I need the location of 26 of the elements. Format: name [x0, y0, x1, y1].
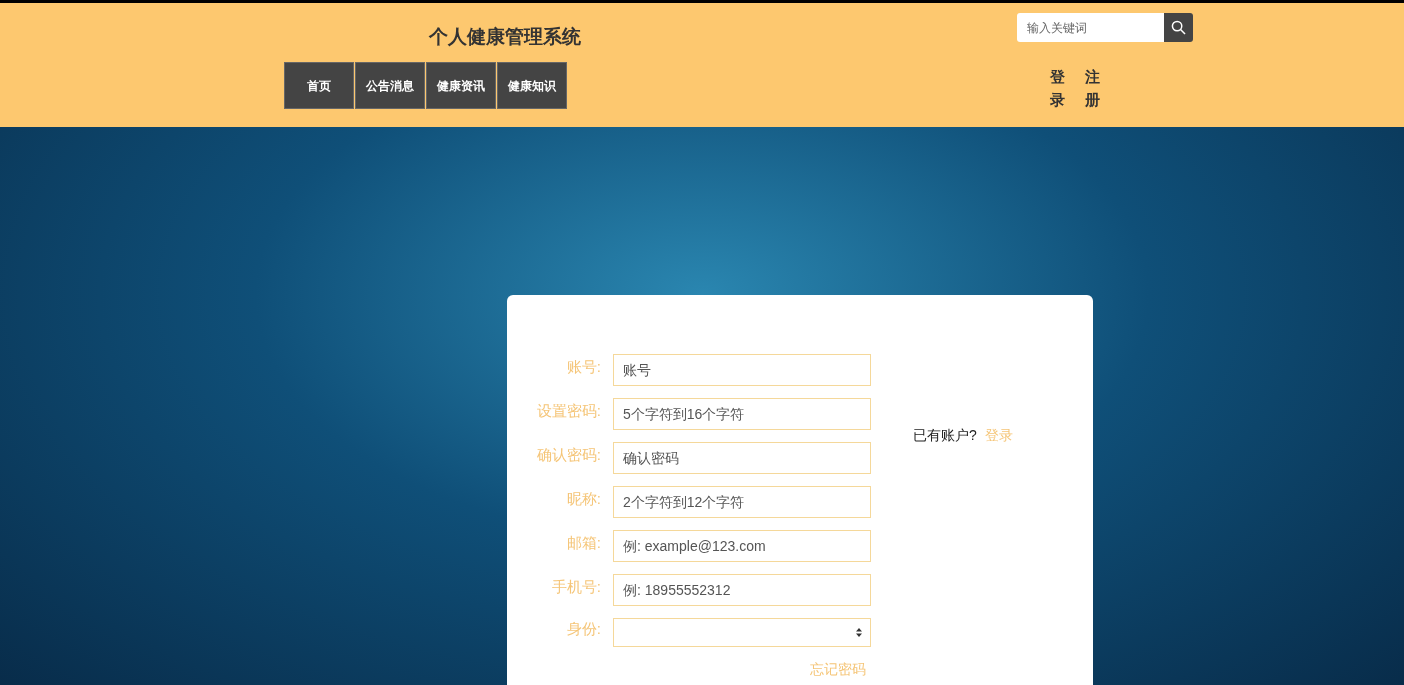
input-field[interactable]: 例: 18955552312	[613, 574, 871, 606]
nav-tab[interactable]: 健康知识	[497, 62, 567, 109]
field-label: 邮箱:	[565, 532, 602, 553]
input-field[interactable]: 账号	[613, 354, 871, 386]
auth-link[interactable]: 登录	[1050, 66, 1065, 111]
site-title: 个人健康管理系统	[429, 25, 581, 49]
field-label: 确认密码:	[535, 444, 602, 465]
input-field[interactable]: 5个字符到16个字符	[613, 398, 871, 430]
input-field[interactable]: 2个字符到12个字符	[613, 486, 871, 518]
select-field[interactable]	[613, 618, 871, 647]
field-label: 昵称:	[565, 488, 602, 509]
nav-tab[interactable]: 公告消息	[355, 62, 425, 109]
field-label: 手机号:	[550, 576, 602, 597]
have-account-text: 已有账户?	[913, 426, 977, 445]
field-label: 账号:	[565, 356, 602, 377]
field-label: 设置密码:	[535, 400, 602, 421]
input-field[interactable]: 确认密码	[613, 442, 871, 474]
auth-link[interactable]: 注册	[1085, 66, 1100, 111]
search-icon	[1171, 20, 1186, 35]
search-field[interactable]: 输入关键词	[1017, 13, 1165, 42]
input-field[interactable]: 例: example@123.com	[613, 530, 871, 562]
field-label: 身份:	[565, 619, 602, 640]
dropdown-arrows-icon	[856, 628, 862, 637]
nav-tab[interactable]: 首页	[284, 62, 354, 109]
nav-tab[interactable]: 健康资讯	[426, 62, 496, 109]
search-button[interactable]	[1164, 13, 1193, 42]
